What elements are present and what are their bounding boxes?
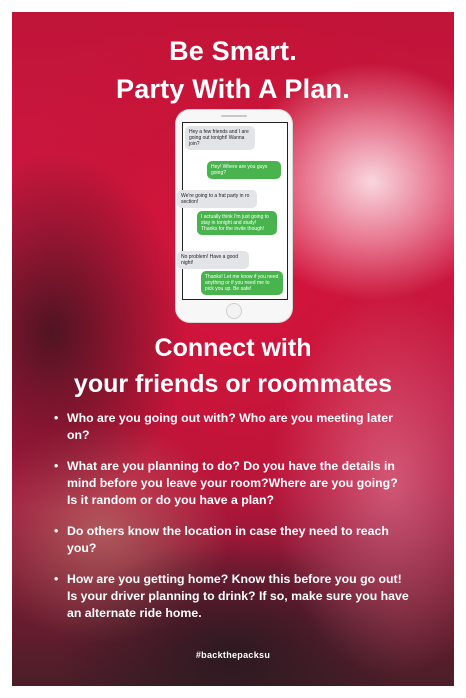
phone-speaker — [221, 115, 247, 117]
tips-list: • Who are you going out with? Who are yo… — [50, 410, 410, 622]
subhead-line-1: Connect with — [154, 334, 312, 362]
tip-item: • Do others know the location in case th… — [50, 523, 410, 557]
phone-screen: Hey a few friends and I are going out to… — [177, 122, 288, 300]
message-bubble-incoming: No problem! Have a good night! — [177, 251, 249, 269]
bullet-icon: • — [54, 459, 59, 473]
party-plan-poster: Be Smart. Party With A Plan. Hey a few f… — [12, 12, 454, 686]
bullet-icon: • — [54, 411, 59, 425]
tip-text: Who are you going out with? Who are you … — [67, 411, 393, 442]
tip-text: What are you planning to do? Do you have… — [67, 459, 398, 507]
tip-item: • What are you planning to do? Do you ha… — [50, 458, 410, 509]
tip-item: • How are you getting home? Know this be… — [50, 571, 410, 622]
message-bubble-outgoing: Thanks! Let me know if you need anything… — [201, 271, 283, 295]
message-bubble-incoming: Hey a few friends and I are going out to… — [185, 126, 255, 150]
subhead-line-2: your friends or roommates — [73, 370, 393, 398]
message-bubble-outgoing: Hey! Where are you guys going? — [207, 161, 281, 179]
bullet-icon: • — [54, 524, 59, 538]
tip-text: Do others know the location in case they… — [67, 524, 389, 555]
phone-home-button — [226, 303, 242, 319]
message-bubble-incoming: We're going to a frat party in ro sectio… — [177, 190, 257, 208]
headline-line-1: Be Smart. — [169, 36, 297, 66]
tip-item: • Who are you going out with? Who are yo… — [50, 410, 410, 444]
bullet-icon: • — [54, 572, 59, 586]
tip-text: How are you getting home? Know this befo… — [67, 572, 409, 620]
message-bubble-outgoing: I actually think I'm just going to stay … — [197, 211, 277, 235]
hashtag: #backthepacksu — [195, 650, 271, 660]
phone-illustration: Hey a few friends and I are going out to… — [176, 110, 292, 322]
headline-line-2: Party With A Plan. — [116, 74, 350, 104]
